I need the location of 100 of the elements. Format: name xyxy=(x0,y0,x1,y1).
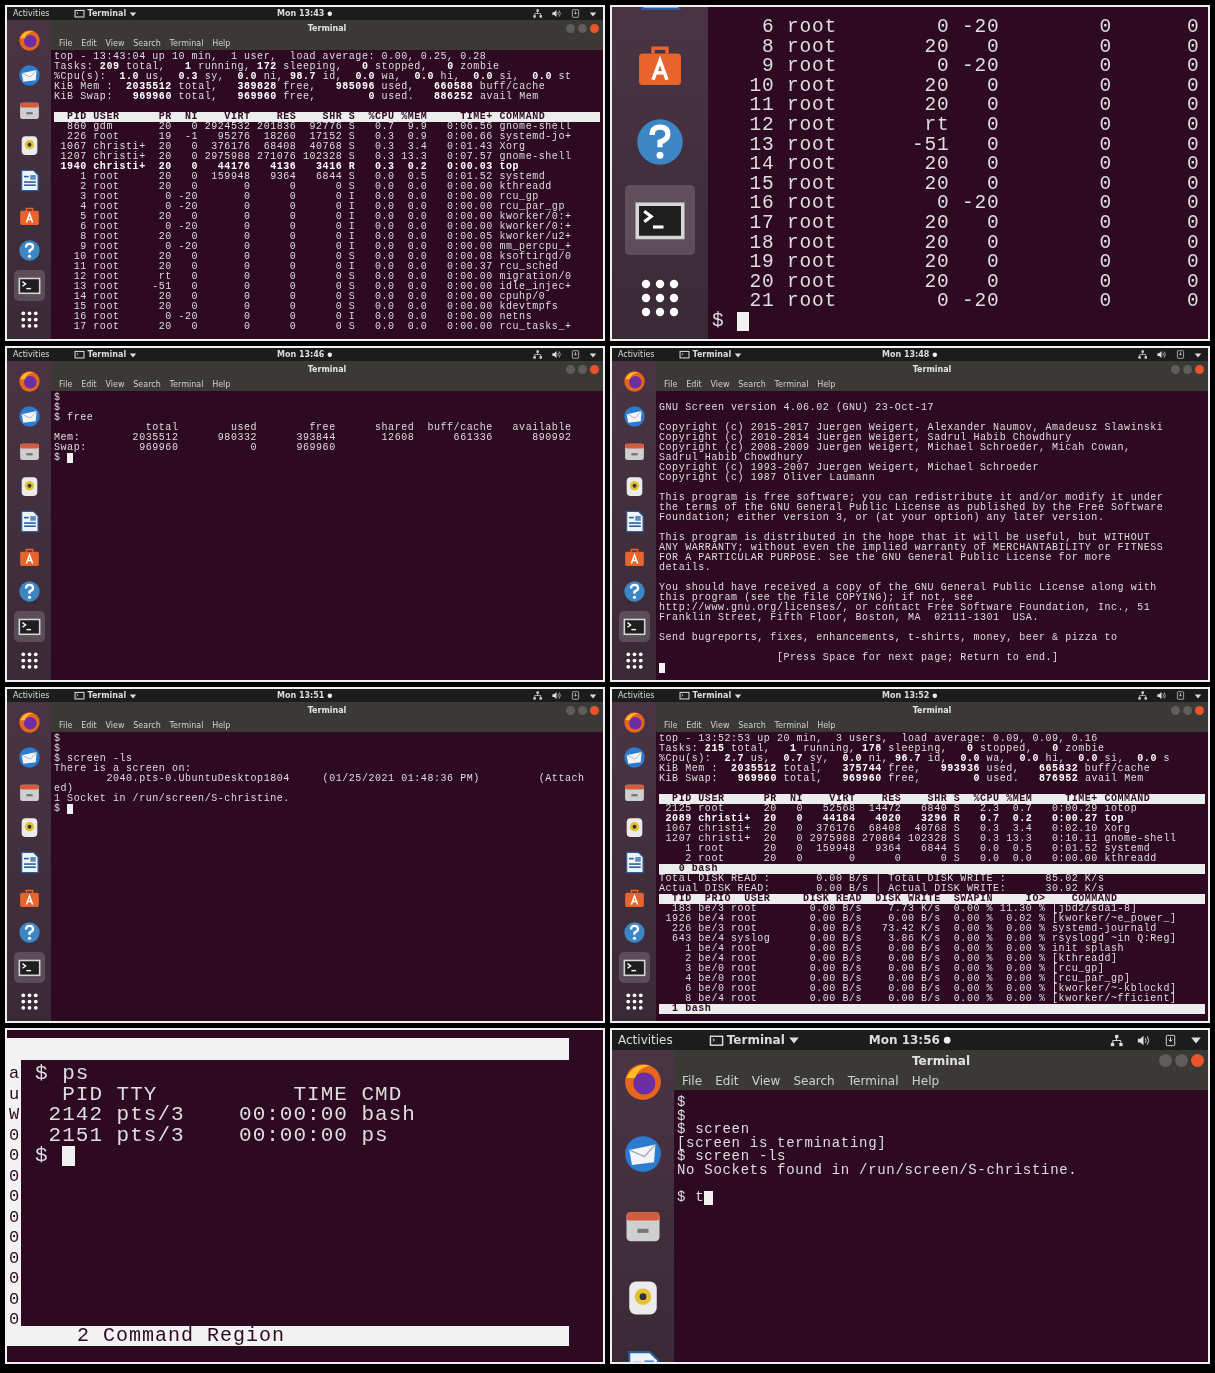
terminal-line: 2 root 20 0 0 0 0 S 0.0 0.0 0:00.00 kthreadd xyxy=(684,854,1157,864)
volume-icon xyxy=(551,349,562,360)
menu-item[interactable]: Search xyxy=(133,379,161,389)
activities-button[interactable]: Activities xyxy=(13,350,50,359)
terminal-line: 15 root 20 0 0 0 0 S 0.0 0.0 0:00.00 kdevtmpfs xyxy=(72,302,559,312)
terminal-line: %Cpu(s): 1.0 us, 0.3 sy, 0.0 ni, 98.7 id, 0.0 wa, 0.0 hi, 0.0 si, 0.0 st xyxy=(54,72,572,82)
activities-button[interactable]: Activities xyxy=(618,350,655,359)
close-button[interactable] xyxy=(590,23,599,33)
menu-item[interactable]: Terminal xyxy=(169,379,204,389)
menu-item[interactable]: File xyxy=(682,1073,703,1088)
menu-item[interactable]: Help xyxy=(911,1073,940,1088)
menu-item[interactable]: Edit xyxy=(715,1073,739,1088)
menu-item[interactable]: Search xyxy=(133,38,161,48)
column-character: 0 xyxy=(8,1228,20,1249)
menu-item[interactable]: Help xyxy=(817,720,836,730)
terminal-line: KiB Swap: 969960 total, 969960 free, 0 used. 876952 avail Mem xyxy=(659,774,1144,784)
terminal-line: 11 root 20 0 0 0 xyxy=(748,96,1200,116)
column-character: 0 xyxy=(8,1125,20,1146)
menu-item[interactable]: File xyxy=(59,379,73,389)
menu-item[interactable]: Help xyxy=(212,720,231,730)
close-button[interactable] xyxy=(1195,705,1204,715)
close-button[interactable] xyxy=(1195,364,1204,374)
clock-button[interactable]: Mon 13:52 xyxy=(882,691,938,700)
terminal-line: 4 be/0 root 0.00 B/s 0.00 B/s 0.00 % 0.00 % [rcu_par_gp] xyxy=(684,974,1131,984)
close-button[interactable] xyxy=(590,364,599,374)
volume-icon xyxy=(1156,349,1167,360)
menu-item[interactable]: Edit xyxy=(686,379,702,389)
menu-item[interactable]: File xyxy=(664,379,678,389)
menu-item[interactable]: Terminal xyxy=(169,38,204,48)
menu-item[interactable]: Terminal xyxy=(774,379,809,389)
menu-item[interactable]: View xyxy=(105,379,125,389)
menu-item[interactable]: View xyxy=(710,379,730,389)
caret-icon xyxy=(589,350,597,359)
terminal-line: 3 root 0 -20 0 0 0 I 0.0 0.0 0:00.00 rcu_gp xyxy=(79,192,539,202)
terminal-line: 226 be/3 root 0.00 B/s 73.42 K/s 0.00 % 0.00 % systemd-journald xyxy=(671,924,1157,934)
clock-button[interactable]: Mon 13:56 xyxy=(868,1034,952,1046)
menu-item[interactable]: File xyxy=(59,720,73,730)
terminal-line: Actual DISK READ: 0.00 B/s | Actual DISK WRITE: 30.92 K/s xyxy=(659,884,1105,894)
menu-item[interactable]: Help xyxy=(212,379,231,389)
menu-item[interactable]: Search xyxy=(793,1073,835,1088)
close-button[interactable] xyxy=(590,705,599,715)
menu-item[interactable]: Help xyxy=(817,379,836,389)
activities-button[interactable]: Activities xyxy=(618,691,655,700)
terminal-line: Mem: 2035512 980332 393844 12608 661336 890992 xyxy=(54,433,572,443)
terminal-line: 1 Socket in /run/screen/S-christine. xyxy=(54,794,290,804)
menu-item[interactable]: Edit xyxy=(686,720,702,730)
terminal-line: Foundation; either version 3, or (at your option) any later version. xyxy=(659,513,1105,523)
menu-item[interactable]: File xyxy=(664,720,678,730)
menu-item[interactable]: Terminal xyxy=(774,720,809,730)
clock-button[interactable]: Mon 13:46 xyxy=(277,350,333,359)
menu-item[interactable]: View xyxy=(710,720,730,730)
column-character: 0 xyxy=(8,1289,20,1310)
app-menu-button[interactable]: Terminal xyxy=(73,349,138,360)
terminal-line: You should have received a copy of the GNU General Public License along with xyxy=(659,583,1157,593)
activities-button[interactable]: Activities xyxy=(13,691,50,700)
activities-button[interactable]: Activities xyxy=(618,1034,673,1046)
menu-item[interactable]: Edit xyxy=(81,38,97,48)
menu-item[interactable]: Edit xyxy=(81,379,97,389)
terminal-line: 10 root 20 0 0 0 xyxy=(748,76,1200,97)
column-character: u xyxy=(8,1084,20,1105)
terminal-line: 1926 be/4 root 0.00 B/s 0.00 B/s 0.00 % 0.02 % [kworker/~e_power_] xyxy=(664,914,1177,924)
menu-item[interactable]: Search xyxy=(133,720,161,730)
menu-item[interactable]: Terminal xyxy=(169,720,204,730)
terminal-line: 2089 christi+ 20 0 44184 4020 3296 R 0.7 0.2 0:00.27 top xyxy=(664,814,1125,824)
text-cursor xyxy=(62,1146,75,1167)
menu-item[interactable]: Help xyxy=(212,38,231,48)
close-button[interactable] xyxy=(1191,1054,1204,1067)
menu-item[interactable]: Search xyxy=(738,720,766,730)
power-icon xyxy=(1175,690,1186,701)
menu-item[interactable]: File xyxy=(59,38,73,48)
power-icon xyxy=(570,8,581,19)
menu-item[interactable]: View xyxy=(105,38,125,48)
app-menu-button[interactable]: Terminal xyxy=(73,690,138,701)
clock-button[interactable]: Mon 13:43 xyxy=(277,9,333,18)
clock-button[interactable]: Mon 13:48 xyxy=(882,350,938,359)
menu-item[interactable]: Search xyxy=(738,379,766,389)
app-menu-button[interactable]: Terminal xyxy=(678,690,743,701)
network-icon xyxy=(532,349,543,360)
terminal-line: 12 root rt 0 0 0 xyxy=(748,115,1200,136)
app-menu-button[interactable]: Terminal xyxy=(708,1032,800,1048)
app-menu-button[interactable]: Terminal xyxy=(73,8,138,19)
menu-item[interactable]: Edit xyxy=(81,720,97,730)
window-title: Terminal xyxy=(307,364,347,374)
app-menu-button[interactable]: Terminal xyxy=(678,349,743,360)
menu-item[interactable]: View xyxy=(751,1073,781,1088)
menu-item[interactable]: Terminal xyxy=(847,1073,899,1088)
terminal-line: Copyright (c) 1993-2007 Juergen Weigert, Michael Schroeder xyxy=(659,463,1039,473)
volume-icon xyxy=(551,8,562,19)
column-character: W xyxy=(8,1105,20,1126)
terminal-line: 16 root 0 -20 0 0 xyxy=(748,194,1200,214)
terminal-line: 2151 pts/3 00:00:00 ps xyxy=(47,1125,389,1146)
terminal-line: 8 be/4 root 0.00 B/s 0.00 B/s 0.00 % 0.00 % [kworker/~fficient] xyxy=(684,994,1177,1004)
terminal-line: KiB Mem : 2035512 total, 389828 free, 985096 used, 660588 buff/cache xyxy=(54,82,546,92)
terminal-line: Total DISK READ : 0.00 B/s | Total DISK WRITE : 85.02 K/s xyxy=(659,874,1105,884)
prompt-text: $ xyxy=(54,453,61,463)
terminal-line: 6 be/0 root 0.00 B/s 0.00 B/s 0.00 % 0.00 % [kworker/~-kblockd] xyxy=(684,984,1177,994)
clock-button[interactable]: Mon 13:51 xyxy=(277,691,333,700)
terminal-line: No Sockets found in /run/screen/S-christine. xyxy=(677,1163,1078,1178)
menu-item[interactable]: View xyxy=(105,720,125,730)
activities-button[interactable]: Activities xyxy=(13,9,50,18)
